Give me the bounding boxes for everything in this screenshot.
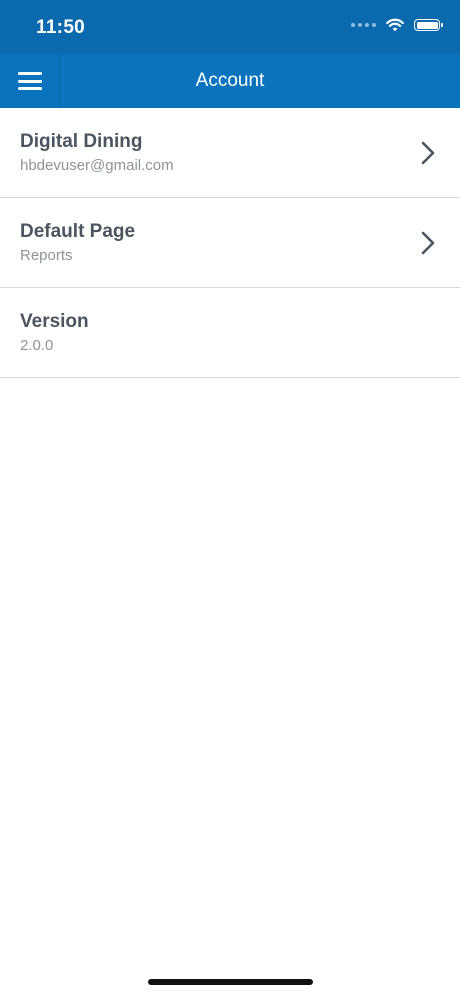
- status-icons: [351, 18, 443, 32]
- chevron-right-icon: [421, 141, 435, 165]
- status-time: 11:50: [36, 17, 86, 38]
- page-title: Account: [195, 70, 265, 91]
- row-title: Default Page: [20, 221, 136, 242]
- account-settings-list: Digital Dining hbdevuser@gmail.com Defau…: [0, 108, 460, 378]
- battery-fill: [416, 21, 438, 29]
- home-indicator[interactable]: [148, 979, 313, 985]
- battery-icon: [414, 19, 443, 31]
- nav-bar: Account: [0, 54, 460, 108]
- row-title: Version: [20, 311, 89, 332]
- row-subtitle: 2.0.0: [20, 337, 54, 354]
- chevron-right-icon: [421, 231, 435, 255]
- menu-button[interactable]: [0, 54, 60, 108]
- row-title: Digital Dining: [20, 131, 143, 152]
- digital-dining-row[interactable]: Digital Dining hbdevuser@gmail.com: [0, 108, 460, 198]
- row-subtitle: Reports: [20, 247, 73, 264]
- version-row: Version 2.0.0: [0, 288, 460, 378]
- row-subtitle: hbdevuser@gmail.com: [20, 157, 174, 174]
- status-bar: 11:50: [0, 0, 460, 54]
- signal-dots-icon: [351, 23, 376, 27]
- wifi-icon: [386, 18, 404, 32]
- default-page-row[interactable]: Default Page Reports: [0, 198, 460, 288]
- hamburger-menu-icon: [17, 72, 42, 90]
